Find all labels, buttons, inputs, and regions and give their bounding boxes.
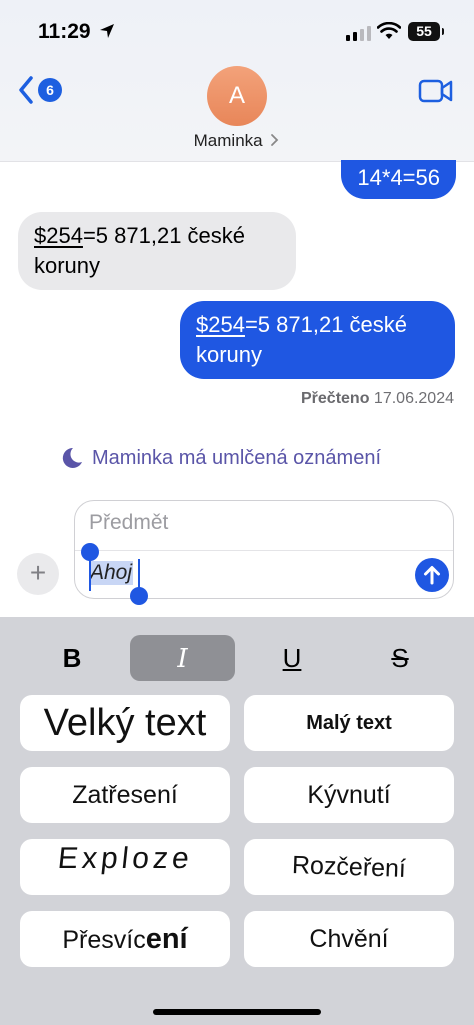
effect-big-text-label: Velký text (43, 702, 207, 744)
read-date: 17.06.2024 (373, 390, 454, 407)
message-text: =5 871,21 české (82, 223, 246, 248)
message-text: 14*4=56 (357, 165, 440, 190)
add-attachment-button[interactable]: + (17, 553, 59, 595)
message-text-line2: koruny (34, 253, 101, 278)
message-bubble-outgoing[interactable]: $254=5 871,21 české koruny (180, 301, 455, 379)
contact-avatar[interactable]: A (207, 66, 267, 126)
location-arrow-icon (100, 24, 114, 38)
effect-small-text-button[interactable]: Malý text (244, 695, 454, 751)
effect-nod-button[interactable]: Kývnutí (244, 767, 454, 823)
effect-jitter-label: Chvění (309, 925, 389, 953)
effect-bloom-label-bold: ení (145, 923, 188, 955)
selection-start-handle[interactable] (81, 543, 99, 561)
compose-divider (75, 550, 453, 551)
message-bubble-outgoing[interactable]: 14*4=56 (341, 160, 456, 199)
facetime-video-icon[interactable] (418, 78, 454, 104)
wifi-icon (377, 22, 401, 39)
contact-name-label: Maminka (193, 131, 263, 150)
underline-button[interactable]: U (260, 635, 324, 681)
bold-button[interactable]: B (40, 635, 104, 681)
read-label: Přečteno (301, 390, 370, 407)
battery-icon: 55 (408, 22, 444, 41)
back-button[interactable]: 6 (18, 76, 62, 104)
bold-label: B (62, 643, 82, 673)
read-receipt: Přečteno 17.06.2024 (301, 390, 454, 408)
arrow-up-icon (424, 566, 440, 585)
plus-icon: + (29, 557, 47, 588)
effect-shake-button[interactable]: Zatřesení (20, 767, 230, 823)
unread-count-badge: 6 (38, 78, 62, 102)
chevron-left-icon (19, 76, 33, 104)
focus-notice: Maminka má umlčená oznámení (58, 445, 381, 471)
italic-button[interactable]: I (130, 635, 235, 681)
strikethrough-label: S (391, 643, 409, 673)
cellular-signal-icon (346, 26, 371, 41)
message-bubble-incoming[interactable]: $254=5 871,21 české koruny (18, 212, 296, 290)
effect-big-text-button[interactable]: Velký text (20, 695, 230, 751)
italic-label: I (177, 644, 188, 674)
effect-bloom-label: Přesvíc (62, 926, 146, 954)
contact-name[interactable]: Maminka (0, 131, 474, 151)
effect-small-text-label: Malý text (306, 712, 392, 734)
effect-shake-label: Zatřesení (72, 781, 178, 809)
status-bar: 11:29 55 (0, 18, 474, 48)
subject-input[interactable]: Předmět (89, 511, 168, 535)
moon-icon (62, 447, 82, 468)
strikethrough-button[interactable]: S (368, 635, 432, 681)
underline-label: U (282, 643, 302, 673)
effect-explode-button[interactable]: Exploze (20, 839, 230, 895)
send-button[interactable] (415, 558, 449, 592)
conversation-header: 11:29 55 6 A Maminka (0, 0, 474, 162)
effect-jitter-button[interactable]: Chvění (244, 911, 454, 967)
message-text: =5 871,21 české (244, 312, 408, 337)
effect-explode-label: Exploze (55, 842, 195, 875)
effect-bloom-button[interactable]: Přesvícení (20, 911, 230, 967)
currency-amount-link[interactable]: $254 (34, 223, 83, 248)
home-indicator[interactable] (153, 1009, 321, 1015)
message-input-selected-text[interactable]: Ahoj (89, 561, 134, 585)
compose-field[interactable]: Předmět Ahoj (74, 500, 454, 605)
chevron-right-icon (271, 134, 279, 146)
effect-ripple-button[interactable]: Rozčeření (244, 839, 454, 895)
message-text-line2: koruny (196, 342, 263, 367)
effect-nod-label: Kývnutí (307, 781, 391, 809)
selection-end-handle[interactable] (130, 587, 148, 605)
status-time: 11:29 (38, 20, 91, 43)
selection-start-caret[interactable] (89, 559, 91, 591)
focus-notice-text: Maminka má umlčená oznámení (92, 446, 382, 469)
text-effects-panel: B I U S Velký text Malý text Zatřesení K… (0, 617, 474, 1025)
currency-amount-link[interactable]: $254 (196, 312, 245, 337)
effect-ripple-label: Rozčeření (291, 851, 407, 883)
